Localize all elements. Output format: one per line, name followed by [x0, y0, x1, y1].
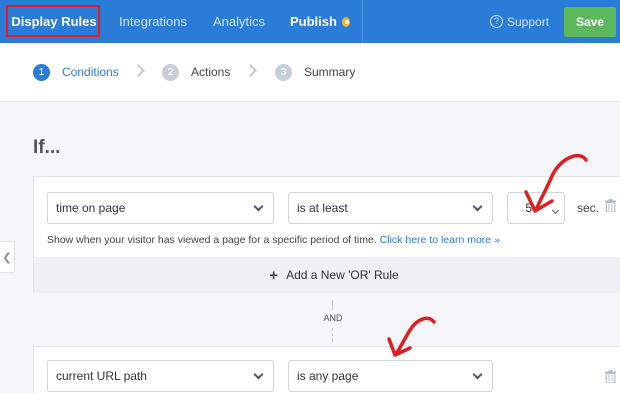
chevron-left-icon: ❮: [2, 251, 12, 264]
rules-heading: If...: [33, 137, 61, 158]
tab-analytics[interactable]: Analytics: [211, 0, 267, 43]
tab-integrations[interactable]: Integrations: [118, 0, 188, 43]
rule-card: current URL path is any page: [33, 346, 620, 393]
operator-select[interactable]: is at least: [288, 192, 493, 224]
tab-analytics-label: Analytics: [212, 14, 266, 29]
operator-value: is any page: [297, 369, 359, 383]
step-label: Conditions: [62, 65, 119, 79]
support-link[interactable]: ? Support: [490, 0, 549, 43]
step-label: Summary: [304, 65, 356, 79]
save-button[interactable]: Save: [564, 7, 616, 37]
and-connector-line: [332, 300, 333, 310]
help-text: Show when your visitor has viewed a page…: [47, 234, 377, 246]
nav-divider: [362, 0, 363, 43]
chevron-down-icon: [472, 201, 483, 212]
chevron-down-icon: [253, 201, 264, 212]
step-label: Actions: [191, 65, 231, 79]
step-summary[interactable]: 3 Summary: [275, 63, 355, 81]
step-conditions[interactable]: 1 Conditions: [33, 63, 119, 81]
and-connector-line: [332, 328, 333, 342]
add-or-rule-button[interactable]: + Add a New 'OR' Rule: [34, 257, 620, 293]
page: Display Rules Integrations Analytics Pub…: [0, 0, 620, 393]
tab-publish-label: Publish: [290, 14, 337, 29]
operator-select[interactable]: is any page: [288, 360, 493, 392]
learn-more-link[interactable]: Click here to learn more »: [380, 234, 500, 246]
trash-icon[interactable]: [605, 199, 616, 212]
support-label: Support: [507, 14, 550, 29]
annotation-arrow-icon: [524, 154, 588, 213]
plus-icon: +: [269, 266, 279, 284]
sidebar-toggle[interactable]: ❮: [0, 241, 15, 273]
tab-integrations-label: Integrations: [119, 14, 187, 29]
condition-value: current URL path: [56, 369, 147, 383]
add-or-rule-label: Add a New 'OR' Rule: [286, 268, 399, 282]
step-actions[interactable]: 2 Actions: [162, 63, 230, 81]
tab-publish[interactable]: Publish: [290, 0, 350, 43]
condition-select[interactable]: time on page: [47, 192, 274, 224]
rule-help-text: Show when your visitor has viewed a page…: [47, 234, 500, 246]
highlight-box: [6, 5, 100, 37]
step-number: 2: [162, 63, 179, 81]
annotation-arrow-icon: [387, 316, 436, 357]
publish-status-dot-icon: [341, 16, 350, 27]
chevron-down-icon: [253, 369, 264, 380]
question-circle-icon: ?: [490, 15, 503, 28]
steps-bar: 1 Conditions 2 Actions 3 Summary: [0, 43, 620, 102]
and-label: AND: [320, 313, 346, 323]
chevron-right-icon: [132, 64, 145, 77]
step-number: 1: [33, 63, 50, 81]
condition-value: time on page: [56, 201, 126, 215]
operator-value: is at least: [297, 201, 348, 215]
step-number: 3: [275, 63, 292, 81]
trash-icon[interactable]: [605, 370, 616, 383]
condition-select[interactable]: current URL path: [47, 360, 274, 392]
chevron-right-icon: [244, 64, 257, 77]
chevron-down-icon: [472, 369, 483, 380]
top-nav: Display Rules Integrations Analytics Pub…: [0, 0, 620, 43]
